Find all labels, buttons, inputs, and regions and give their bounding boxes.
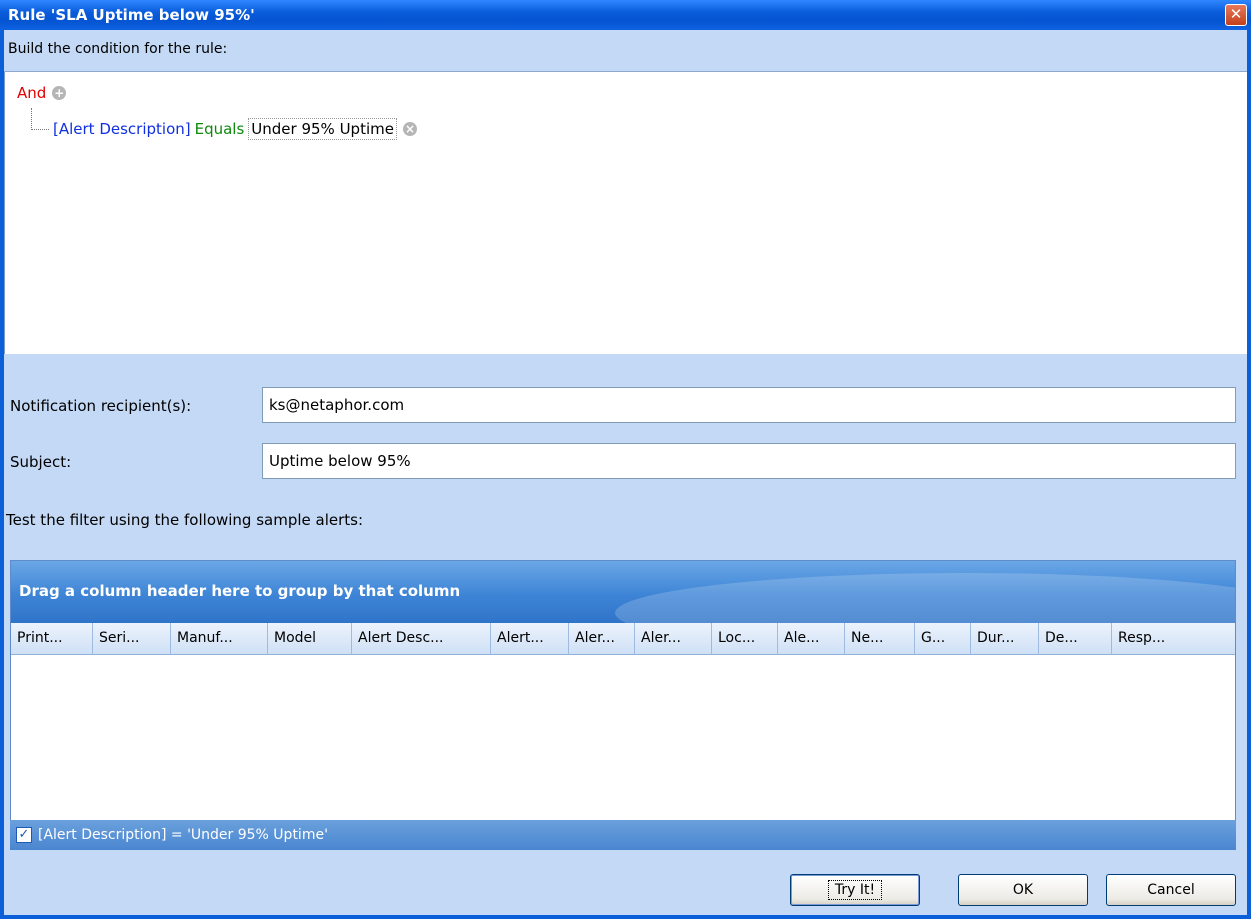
title-bar: Rule 'SLA Uptime below 95%' ✕ [0, 0, 1251, 30]
group-operator-row: And + [17, 84, 67, 102]
filter-checkbox[interactable]: ✓ [16, 827, 32, 843]
column-header[interactable]: Manuf... [171, 623, 268, 655]
recipients-label: Notification recipient(s): [10, 397, 192, 415]
condition-label: Build the condition for the rule: [4, 30, 1247, 72]
column-header[interactable]: Aler... [569, 623, 635, 655]
filter-text[interactable]: [Alert Description] = 'Under 95% Uptime' [38, 827, 328, 843]
sample-alerts-grid[interactable]: Drag a column header here to group by th… [10, 560, 1236, 850]
remove-circle-icon[interactable]: × [402, 122, 417, 136]
condition-operator[interactable]: Equals [195, 120, 245, 138]
close-icon[interactable]: ✕ [1225, 4, 1247, 26]
grid-header: Print... Seri... Manuf... Model Alert De… [11, 623, 1235, 655]
try-it-label: Try It! [827, 880, 883, 900]
subject-row: Subject: [4, 443, 1247, 479]
group-by-panel[interactable]: Drag a column header here to group by th… [11, 561, 1235, 623]
column-header[interactable]: Model [268, 623, 352, 655]
group-operator[interactable]: And [17, 84, 46, 102]
recipients-row: Notification recipient(s): [4, 387, 1247, 423]
group-panel-decoration [615, 573, 1235, 623]
condition-rule-row: [Alert Description] Equals Under 95% Upt… [53, 118, 417, 140]
window-title: Rule 'SLA Uptime below 95%' [8, 6, 255, 24]
try-it-button[interactable]: Try It! [790, 874, 920, 906]
group-panel-text: Drag a column header here to group by th… [19, 582, 461, 600]
condition-value[interactable]: Under 95% Uptime [248, 118, 397, 140]
subject-input[interactable] [262, 443, 1236, 479]
condition-builder[interactable]: And + [Alert Description] Equals Under 9… [4, 72, 1247, 354]
column-header[interactable]: Alert Desc... [352, 623, 491, 655]
cancel-button[interactable]: Cancel [1106, 874, 1236, 906]
ok-button[interactable]: OK [958, 874, 1088, 906]
plus-circle-icon[interactable]: + [52, 86, 67, 100]
column-header[interactable]: Aler... [635, 623, 712, 655]
column-header[interactable]: Loc... [712, 623, 778, 655]
column-header[interactable]: Dur... [971, 623, 1039, 655]
column-header[interactable]: Seri... [93, 623, 171, 655]
recipients-input[interactable] [262, 387, 1236, 423]
column-header[interactable]: Ale... [778, 623, 845, 655]
tree-connector [31, 108, 49, 130]
column-header[interactable]: Print... [11, 623, 93, 655]
column-header[interactable]: Alert... [491, 623, 569, 655]
test-label: Test the filter using the following samp… [6, 511, 364, 529]
column-header[interactable]: Resp... [1112, 623, 1235, 655]
rule-dialog: Rule 'SLA Uptime below 95%' ✕ Build the … [0, 0, 1251, 919]
filter-bar: ✓ [Alert Description] = 'Under 95% Uptim… [10, 820, 1236, 850]
column-header[interactable]: De... [1039, 623, 1112, 655]
condition-field[interactable]: [Alert Description] [53, 120, 191, 138]
column-header[interactable]: Ne... [845, 623, 915, 655]
subject-label: Subject: [10, 453, 72, 471]
column-header[interactable]: G... [915, 623, 971, 655]
